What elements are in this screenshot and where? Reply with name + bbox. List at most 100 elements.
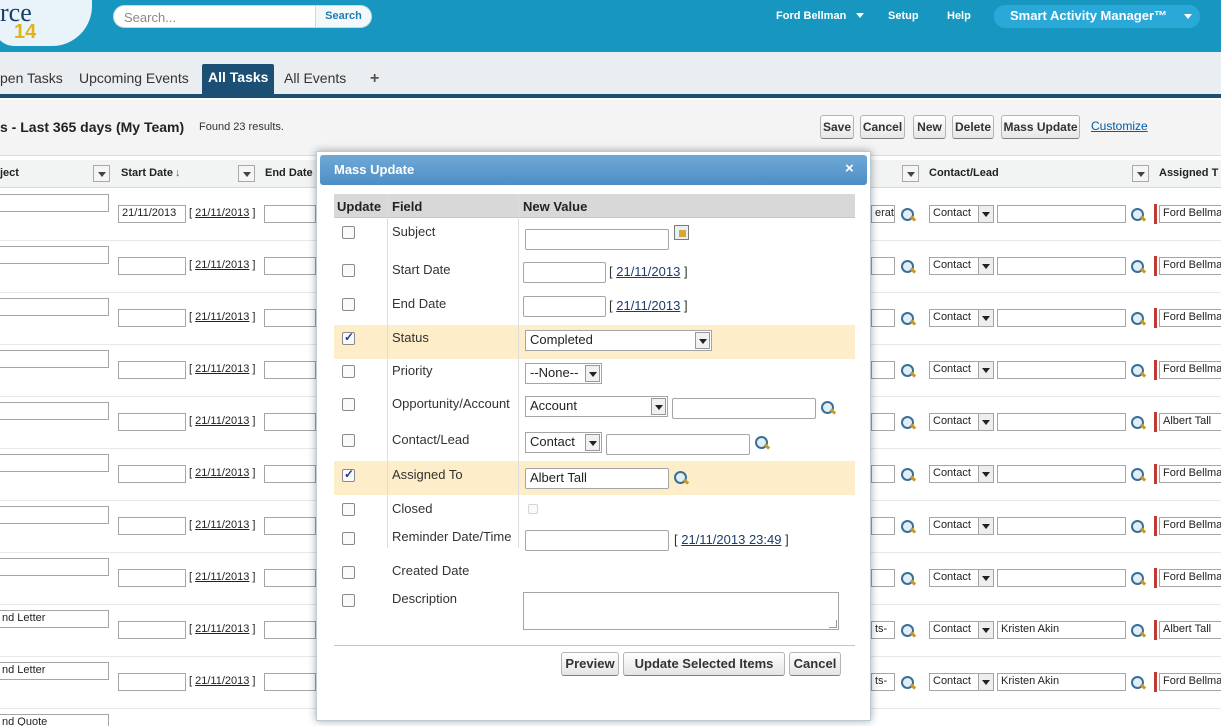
tab-all-events[interactable]: All Events — [278, 65, 352, 93]
search-input[interactable]: Search... — [113, 5, 316, 28]
column-header-contact-lead[interactable]: Contact/Lead — [929, 167, 999, 179]
tab-open-tasks[interactable]: pen Tasks — [0, 65, 69, 93]
lookup-search-icon[interactable] — [1130, 259, 1146, 275]
start-date-cell-input[interactable] — [118, 621, 186, 639]
contact-cell-input[interactable] — [997, 465, 1126, 483]
start-date-cell-input[interactable] — [118, 413, 186, 431]
contact-type-select[interactable]: Contact — [929, 621, 994, 639]
reminder-now-link[interactable]: [ 21/11/2013 23:49 ] — [674, 532, 789, 547]
reminder-now-value[interactable]: 21/11/2013 23:49 — [681, 532, 781, 547]
start-date-today-value[interactable]: 21/11/2013 — [195, 519, 249, 531]
app-switcher-caret-icon[interactable] — [1184, 14, 1192, 19]
subject-cell-input[interactable] — [0, 298, 109, 316]
lookup-search-icon[interactable] — [900, 623, 916, 639]
subject-cell-input[interactable]: nd Quote — [0, 714, 109, 726]
contact-cell-input[interactable] — [997, 257, 1126, 275]
subject-cell-input[interactable]: nd Letter — [0, 662, 109, 680]
end-date-cell-input[interactable] — [264, 309, 316, 327]
start-date-cell-input[interactable] — [118, 673, 186, 691]
lookup-search-icon[interactable] — [900, 571, 916, 587]
subject-cell-input[interactable] — [0, 194, 109, 212]
search-button[interactable]: Search — [315, 5, 372, 28]
column-header-start-date[interactable]: Start Date — [121, 167, 173, 179]
end-date-cell-input[interactable] — [264, 205, 316, 223]
subject-cell-input[interactable] — [0, 402, 109, 420]
assigned-to-cell-input[interactable]: Ford Bellman — [1159, 673, 1221, 691]
start-date-today-value[interactable]: 21/11/2013 — [195, 415, 249, 427]
lookup-search-icon[interactable] — [1130, 467, 1146, 483]
contact-type-select[interactable]: Contact — [929, 569, 994, 587]
opportunity-cell-input[interactable] — [871, 517, 895, 535]
start-date-today-value[interactable]: 21/11/2013 — [195, 207, 249, 219]
lookup-search-icon[interactable] — [900, 207, 916, 223]
new-button[interactable]: New — [913, 115, 946, 139]
start-date-today-link[interactable]: [ 21/11/2013 ] — [189, 415, 256, 427]
add-tab-button[interactable]: + — [370, 70, 379, 88]
update-assigned-checkbox[interactable] — [342, 467, 355, 482]
contact-lookup-input[interactable] — [606, 434, 750, 455]
lookup-search-icon[interactable] — [900, 675, 916, 691]
lookup-search-icon[interactable] — [1130, 519, 1146, 535]
combobox-picker-icon[interactable] — [674, 225, 689, 240]
update-closed-checkbox[interactable] — [342, 503, 355, 516]
start-date-today-link[interactable]: [ 21/11/2013 ] — [189, 519, 256, 531]
start-date-today-value[interactable]: 21/11/2013 — [195, 363, 249, 375]
start-date-cell-input[interactable] — [118, 465, 186, 483]
contact-type-select[interactable]: Contact — [929, 257, 994, 275]
cancel-button[interactable]: Cancel — [860, 115, 905, 139]
assigned-to-cell-input[interactable]: Ford Bellman — [1159, 257, 1221, 275]
start-date-today-link[interactable]: [ 21/11/2013 ] — [189, 311, 256, 323]
reminder-datetime-input[interactable] — [525, 530, 669, 551]
user-menu-caret-icon[interactable] — [856, 13, 864, 18]
start-date-today-link[interactable]: [ 21/11/2013 ] — [189, 675, 256, 687]
end-date-cell-input[interactable] — [264, 361, 316, 379]
subject-cell-input[interactable]: nd Letter — [0, 610, 109, 628]
end-date-cell-input[interactable] — [264, 257, 316, 275]
opportunity-cell-input[interactable] — [871, 309, 895, 327]
start-date-today-value[interactable]: 21/11/2013 — [616, 264, 680, 279]
update-subject-checkbox[interactable] — [342, 226, 355, 239]
tab-upcoming-events[interactable]: Upcoming Events — [73, 65, 195, 93]
assigned-to-cell-input[interactable]: Ford Bellman — [1159, 465, 1221, 483]
end-date-today-link[interactable]: [ 21/11/2013 ] — [609, 298, 688, 313]
subject-cell-input[interactable] — [0, 350, 109, 368]
lookup-search-icon[interactable] — [900, 519, 916, 535]
update-priority-checkbox[interactable] — [342, 365, 355, 378]
opportunity-lookup-input[interactable] — [672, 398, 816, 419]
update-created-date-checkbox[interactable] — [342, 566, 355, 579]
opportunity-cell-input[interactable] — [871, 361, 895, 379]
opportunity-cell-input[interactable] — [871, 413, 895, 431]
end-date-cell-input[interactable] — [264, 673, 316, 691]
status-select[interactable]: Completed — [525, 330, 712, 351]
update-description-checkbox[interactable] — [342, 594, 355, 607]
contact-type-select[interactable]: Contact — [929, 465, 994, 483]
update-opportunity-checkbox[interactable] — [342, 398, 355, 411]
start-date-today-link[interactable]: [ 21/11/2013 ] — [189, 571, 256, 583]
subject-input[interactable] — [525, 229, 669, 250]
column-menu-contact-lead[interactable] — [1132, 165, 1149, 182]
start-date-today-link[interactable]: [ 21/11/2013 ] — [189, 623, 256, 635]
start-date-today-value[interactable]: 21/11/2013 — [195, 623, 249, 635]
lookup-search-icon[interactable] — [900, 363, 916, 379]
update-selected-items-button[interactable]: Update Selected Items — [623, 652, 785, 676]
contact-type-select[interactable]: Contact — [929, 361, 994, 379]
opportunity-cell-input[interactable]: erat — [871, 205, 895, 223]
contact-cell-input[interactable] — [997, 517, 1126, 535]
end-date-cell-input[interactable] — [264, 517, 316, 535]
lookup-search-icon[interactable] — [820, 400, 836, 416]
subject-cell-input[interactable] — [0, 246, 109, 264]
contact-cell-input[interactable] — [997, 205, 1126, 223]
column-header-assigned-to[interactable]: Assigned T — [1159, 167, 1218, 179]
delete-button[interactable]: Delete — [952, 115, 994, 139]
dialog-header[interactable]: Mass Update — [320, 155, 867, 185]
lookup-search-icon[interactable] — [1130, 571, 1146, 587]
tab-all-tasks[interactable]: All Tasks — [202, 64, 275, 94]
start-date-today-value[interactable]: 21/11/2013 — [195, 467, 249, 479]
start-date-cell-input[interactable] — [118, 517, 186, 535]
update-end-date-checkbox[interactable] — [342, 298, 355, 311]
description-textarea[interactable] — [523, 592, 839, 630]
contact-cell-input[interactable] — [997, 361, 1126, 379]
contact-type-select[interactable]: Contact — [929, 309, 994, 327]
contact-cell-input[interactable]: Kristen Akin — [997, 621, 1126, 639]
start-date-today-link[interactable]: [ 21/11/2013 ] — [189, 363, 256, 375]
